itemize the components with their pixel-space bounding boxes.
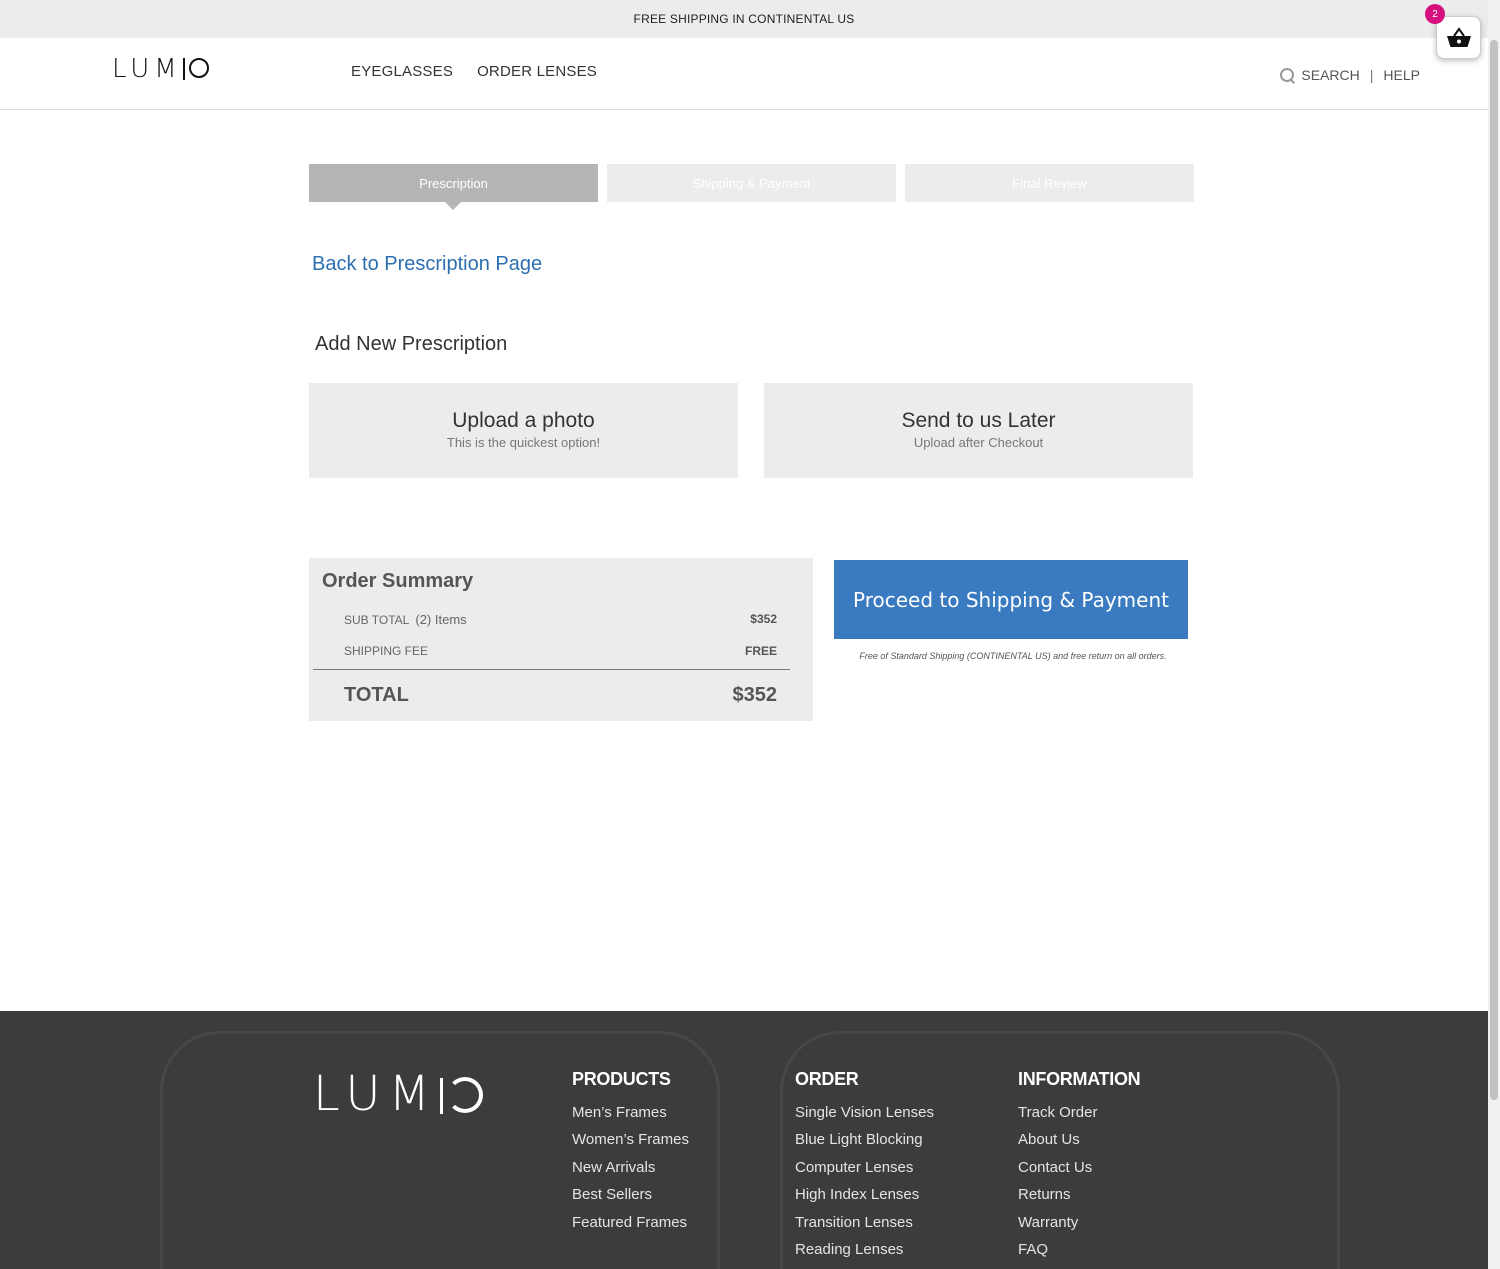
proceed-to-shipping-button[interactable]: Proceed to Shipping & Payment <box>834 560 1188 639</box>
scrollbar-thumb[interactable] <box>1490 40 1498 1100</box>
option-title: Send to us Later <box>901 409 1056 432</box>
total-row: TOTAL $352 <box>344 684 777 707</box>
cart-button[interactable] <box>1436 16 1481 59</box>
option-subtitle: Upload after Checkout <box>913 435 1044 450</box>
upload-photo-option[interactable]: Upload a photo This is the quickest opti… <box>309 383 738 478</box>
main-nav: EYEGLASSES ORDER LENSES <box>351 63 597 80</box>
nav-order-lenses[interactable]: ORDER LENSES <box>477 63 597 80</box>
shipping-note: Free of Standard Shipping (CONTINENTAL U… <box>859 651 1167 661</box>
footer-link[interactable]: Blue Light Blocking <box>795 1126 934 1153</box>
footer-link[interactable]: Single Vision Lenses <box>795 1099 934 1126</box>
item-count: (2) Items <box>415 612 467 627</box>
announcement-bar: FREE SHIPPING IN CONTINENTAL US <box>0 0 1488 38</box>
site-footer: LUM PRODUCTS Men’s Frames Women’s Frames… <box>0 1011 1488 1269</box>
back-to-prescription-link[interactable]: Back to Prescription Page <box>312 253 542 276</box>
shipping-value: FREE <box>744 644 777 658</box>
footer-link[interactable]: Men’s Frames <box>572 1099 689 1126</box>
footer-column-title: ORDER <box>795 1069 859 1089</box>
page-scrollbar[interactable] <box>1488 0 1500 1269</box>
option-title: Upload a photo <box>452 409 595 432</box>
shipping-row: SHIPPING FEE FREE <box>344 644 777 658</box>
footer-column-title: PRODUCTS <box>572 1069 671 1089</box>
step-prescription[interactable]: Prescription <box>309 164 598 210</box>
announcement-text: FREE SHIPPING IN CONTINENTAL US <box>633 12 855 26</box>
order-summary: Order Summary SUB TOTAL (2) Items $352 SH… <box>309 558 813 721</box>
footer-link[interactable]: About Us <box>1018 1126 1140 1153</box>
shipping-label: SHIPPING FEE <box>344 644 429 658</box>
send-later-option[interactable]: Send to us Later Upload after Checkout <box>764 383 1193 478</box>
footer-link[interactable]: Reading Lenses <box>795 1236 934 1263</box>
footer-link[interactable]: Computer Lenses <box>795 1154 934 1181</box>
option-subtitle: This is the quickest option! <box>446 435 601 450</box>
cart-count-badge: 2 <box>1425 4 1445 24</box>
footer-products-column: PRODUCTS Men’s Frames Women’s Frames New… <box>572 1069 689 1236</box>
footer-link[interactable]: Contact Us <box>1018 1154 1140 1181</box>
checkout-steps: Prescription Shipping & Payment Final Re… <box>309 164 1194 210</box>
section-title: Add New Prescription <box>315 333 508 355</box>
header-tools: SEARCH | HELP <box>1280 67 1420 83</box>
order-summary-title: Order Summary <box>322 570 474 592</box>
subtotal-row: SUB TOTAL (2) Items $352 <box>344 612 777 627</box>
footer-link[interactable]: New Arrivals <box>572 1154 689 1181</box>
site-logo[interactable]: LUM <box>112 54 209 84</box>
footer-link[interactable]: Track Order <box>1018 1099 1140 1126</box>
search-icon <box>1280 67 1295 83</box>
step-shipping-payment[interactable]: Shipping & Payment <box>607 164 896 202</box>
total-label: TOTAL <box>344 684 409 706</box>
step-final-review[interactable]: Final Review <box>905 164 1194 202</box>
subtotal-label: SUB TOTAL <box>344 613 410 627</box>
footer-column-title: INFORMATION <box>1018 1069 1141 1089</box>
site-header: LUM EYEGLASSES ORDER LENSES SEARCH | HEL… <box>0 38 1488 110</box>
footer-link[interactable]: Returns <box>1018 1181 1140 1208</box>
footer-link[interactable]: Featured Frames <box>572 1209 689 1236</box>
footer-order-column: ORDER Single Vision Lenses Blue Light Bl… <box>795 1069 934 1263</box>
footer-logo[interactable]: LUM <box>313 1066 483 1122</box>
help-link[interactable]: HELP <box>1383 67 1420 83</box>
search-link[interactable]: SEARCH <box>1280 67 1360 83</box>
basket-icon <box>1446 26 1471 47</box>
footer-link[interactable]: Best Sellers <box>572 1181 689 1208</box>
total-value: $352 <box>732 684 778 706</box>
footer-link[interactable]: High Index Lenses <box>795 1181 934 1208</box>
footer-link[interactable]: Women’s Frames <box>572 1126 689 1153</box>
subtotal-value: $352 <box>750 612 777 626</box>
footer-link[interactable]: FAQ <box>1018 1236 1140 1263</box>
footer-link[interactable]: Transition Lenses <box>795 1209 934 1236</box>
footer-link[interactable]: Warranty <box>1018 1209 1140 1236</box>
summary-divider <box>313 669 790 670</box>
nav-eyeglasses[interactable]: EYEGLASSES <box>351 63 453 80</box>
search-label: SEARCH <box>1301 67 1360 83</box>
header-divider: | <box>1369 67 1374 83</box>
footer-information-column: INFORMATION Track Order About Us Contact… <box>1018 1069 1141 1263</box>
